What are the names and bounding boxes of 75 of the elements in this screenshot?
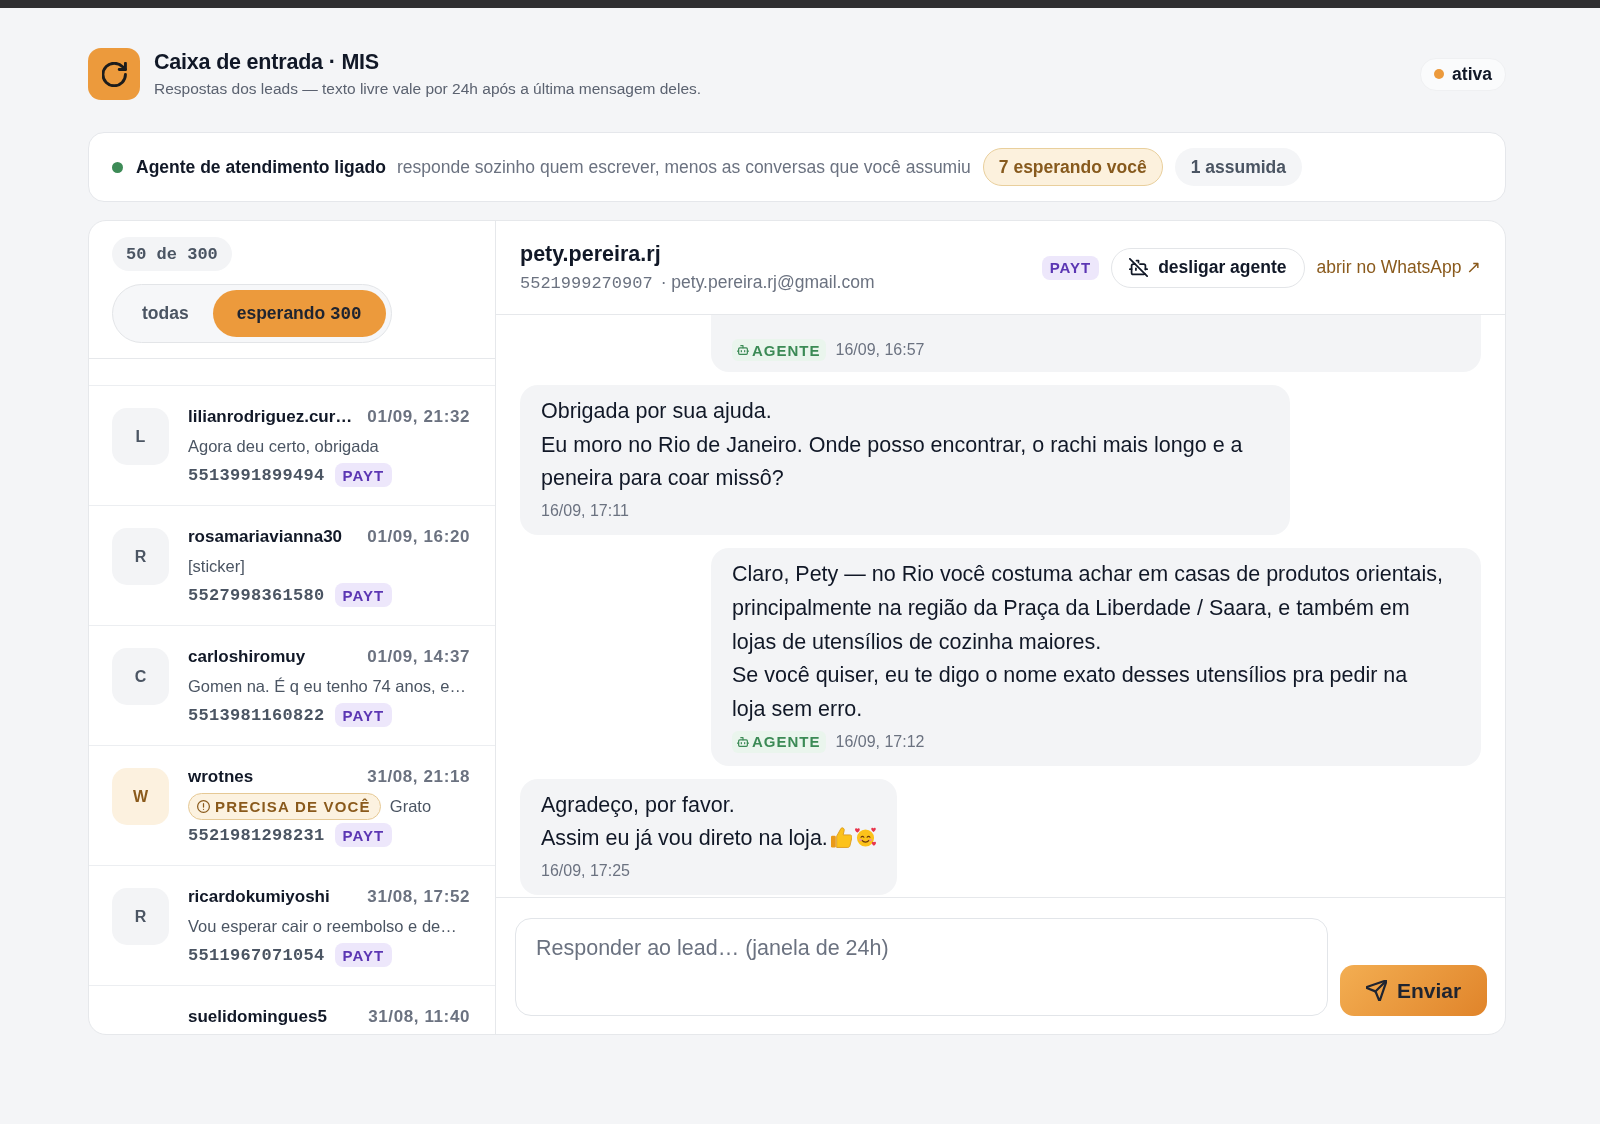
filter-tab[interactable]: todas — [118, 290, 213, 337]
product-tag: PAYT — [334, 463, 393, 487]
phone-number: 5521999270907 — [520, 273, 653, 295]
message-time: 16/09, 16:57 — [835, 341, 925, 359]
robot-off-icon — [1129, 258, 1149, 277]
result-count: 50 de 300 — [112, 237, 232, 271]
product-tag: PAYT — [1041, 255, 1100, 280]
product-tag: PAYT — [334, 583, 393, 607]
send-icon — [1365, 980, 1387, 1001]
robot-icon — [737, 736, 749, 747]
contact-name: suelidomingues5 — [188, 1006, 327, 1028]
thumbs-up-icon — [830, 827, 852, 849]
page-subtitle: Respostas dos leads — texto livre vale por 24h após a última mensagem deles. — [154, 79, 702, 99]
message-text: Obrigada por sua ajuda. Eu moro no Rio de Janeiro. Onde posso encontrar, o rachi mais longo e a peneira para coar missô? — [541, 399, 1244, 491]
conversation-item[interactable]: W wrotnes 31/08, 21:18 PRECISA DE VOCÊ Grato 5521981298231 PAYT — [89, 746, 495, 866]
phone-number: 5527998361580 — [188, 585, 325, 605]
contact-name: rosamariavianna30 — [188, 526, 343, 548]
send-button[interactable]: Enviar — [1340, 965, 1487, 1016]
product-tag: PAYT — [334, 703, 393, 727]
avatar: W — [112, 768, 169, 825]
agent-status-description: responde sozinho quem escrever, menos as conversas que você assumiu — [396, 156, 971, 178]
filter-tab[interactable]: esperando 300 — [212, 290, 386, 337]
conversation-item[interactable]: R ricardokumiyoshi 31/08, 17:52 Vou esperar cair o reembolso e de… 5511967071054 PAYT — [89, 866, 495, 986]
page-title: Caixa de entrada · MIS — [154, 49, 380, 76]
message-preview: Agora deu certo, obrigada — [188, 436, 379, 457]
avatar: R — [112, 888, 169, 945]
claimed-count-pill: 1 assumida — [1174, 148, 1302, 186]
whatsapp-link[interactable]: abrir no WhatsApp ↗ — [1316, 257, 1481, 278]
agent-status-title: Agente de atendimento ligado — [136, 156, 386, 178]
status-label: ativa — [1452, 63, 1492, 85]
waiting-count-pill: 7 esperando você — [982, 148, 1163, 186]
refresh-icon — [88, 48, 140, 100]
phone-number: 5521981298231 — [188, 825, 325, 845]
conversation-time: 01/09, 16:20 — [367, 526, 470, 548]
contact-name: lilianrodriguez.cur… — [188, 406, 353, 428]
conversation-time: 31/08, 17:52 — [367, 886, 470, 908]
conversation-item[interactable]: C carloshiromuy 01/09, 14:37 Gomen na. É q eu tenho 74 anos, e… 5513981160822 PAYT — [89, 626, 495, 746]
conversation-item[interactable]: L lilianrodriguez.cur… 01/09, 21:32 Agora deu certo, obrigada 5513991899494 PAYT — [89, 386, 495, 506]
conversation-item[interactable]: R rosamariavianna30 01/09, 16:20 [sticker] 5527998361580 PAYT — [89, 506, 495, 626]
avatar: C — [112, 648, 169, 705]
robot-icon — [737, 345, 749, 355]
status-dot-icon — [1434, 69, 1445, 79]
alert-label: PRECISA DE VOCÊ — [215, 797, 371, 815]
avatar: L — [112, 408, 169, 465]
sender-label: AGENTE — [752, 341, 821, 359]
contact-name: ricardokumiyoshi — [188, 886, 330, 908]
message-preview: [sticker] — [188, 556, 245, 577]
product-tag: PAYT — [334, 823, 393, 847]
alert-icon — [197, 799, 210, 813]
smiling-face-with-hearts-icon — [854, 827, 876, 849]
contact-name: pety.pereira.rj — [520, 241, 662, 268]
message-preview: Vou esperar cair o reembolso e de… — [188, 916, 457, 937]
contact-name: wrotnes — [188, 766, 254, 788]
contact-email: · pety.pereira.rj@gmail.com — [660, 271, 875, 293]
phone-number: 5513991899494 — [188, 465, 325, 485]
product-tag: PAYT — [334, 943, 393, 967]
message-text: Claro, Pety — no Rio você costuma achar em casas de produtos orientais, principalmente na região da Praça da Liberdade / Saara, e também em lojas de utensílios de cozinha maiores. Se você quiser, eu te digo o nome exato desses utensílios pra pedir na loja sem erro. — [732, 562, 1445, 721]
message-time: 16/09, 17:25 — [541, 862, 630, 881]
contact-name: carloshiromuy — [188, 646, 306, 668]
message-preview: Gomen na. É q eu tenho 74 anos, e… — [188, 676, 466, 697]
conversation-time: 31/08, 21:18 — [367, 766, 470, 788]
message-preview: Grato — [389, 796, 432, 817]
conversation-time: 01/09, 14:37 — [367, 646, 470, 668]
message-time: 16/09, 17:11 — [541, 502, 629, 521]
disable-agent-button[interactable]: desligar agente — [1111, 247, 1305, 288]
conversation-item[interactable]: suelidomingues5 31/08, 11:40 — [89, 986, 495, 1034]
message-time: 16/09, 17:12 — [835, 732, 925, 751]
reply-field[interactable]: Responder ao lead… (janela de 24h) — [515, 918, 1328, 1016]
conversation-time: 01/09, 21:32 — [367, 406, 470, 428]
avatar: R — [112, 528, 169, 585]
conversation-time: 31/08, 11:40 — [368, 1006, 470, 1028]
phone-number: 5513981160822 — [188, 705, 325, 725]
phone-number: 5511967071054 — [188, 945, 325, 965]
message-text: Agradeço, por favor. Assim eu já vou direto na loja. — [541, 792, 828, 851]
sender-label: AGENTE — [752, 733, 821, 751]
